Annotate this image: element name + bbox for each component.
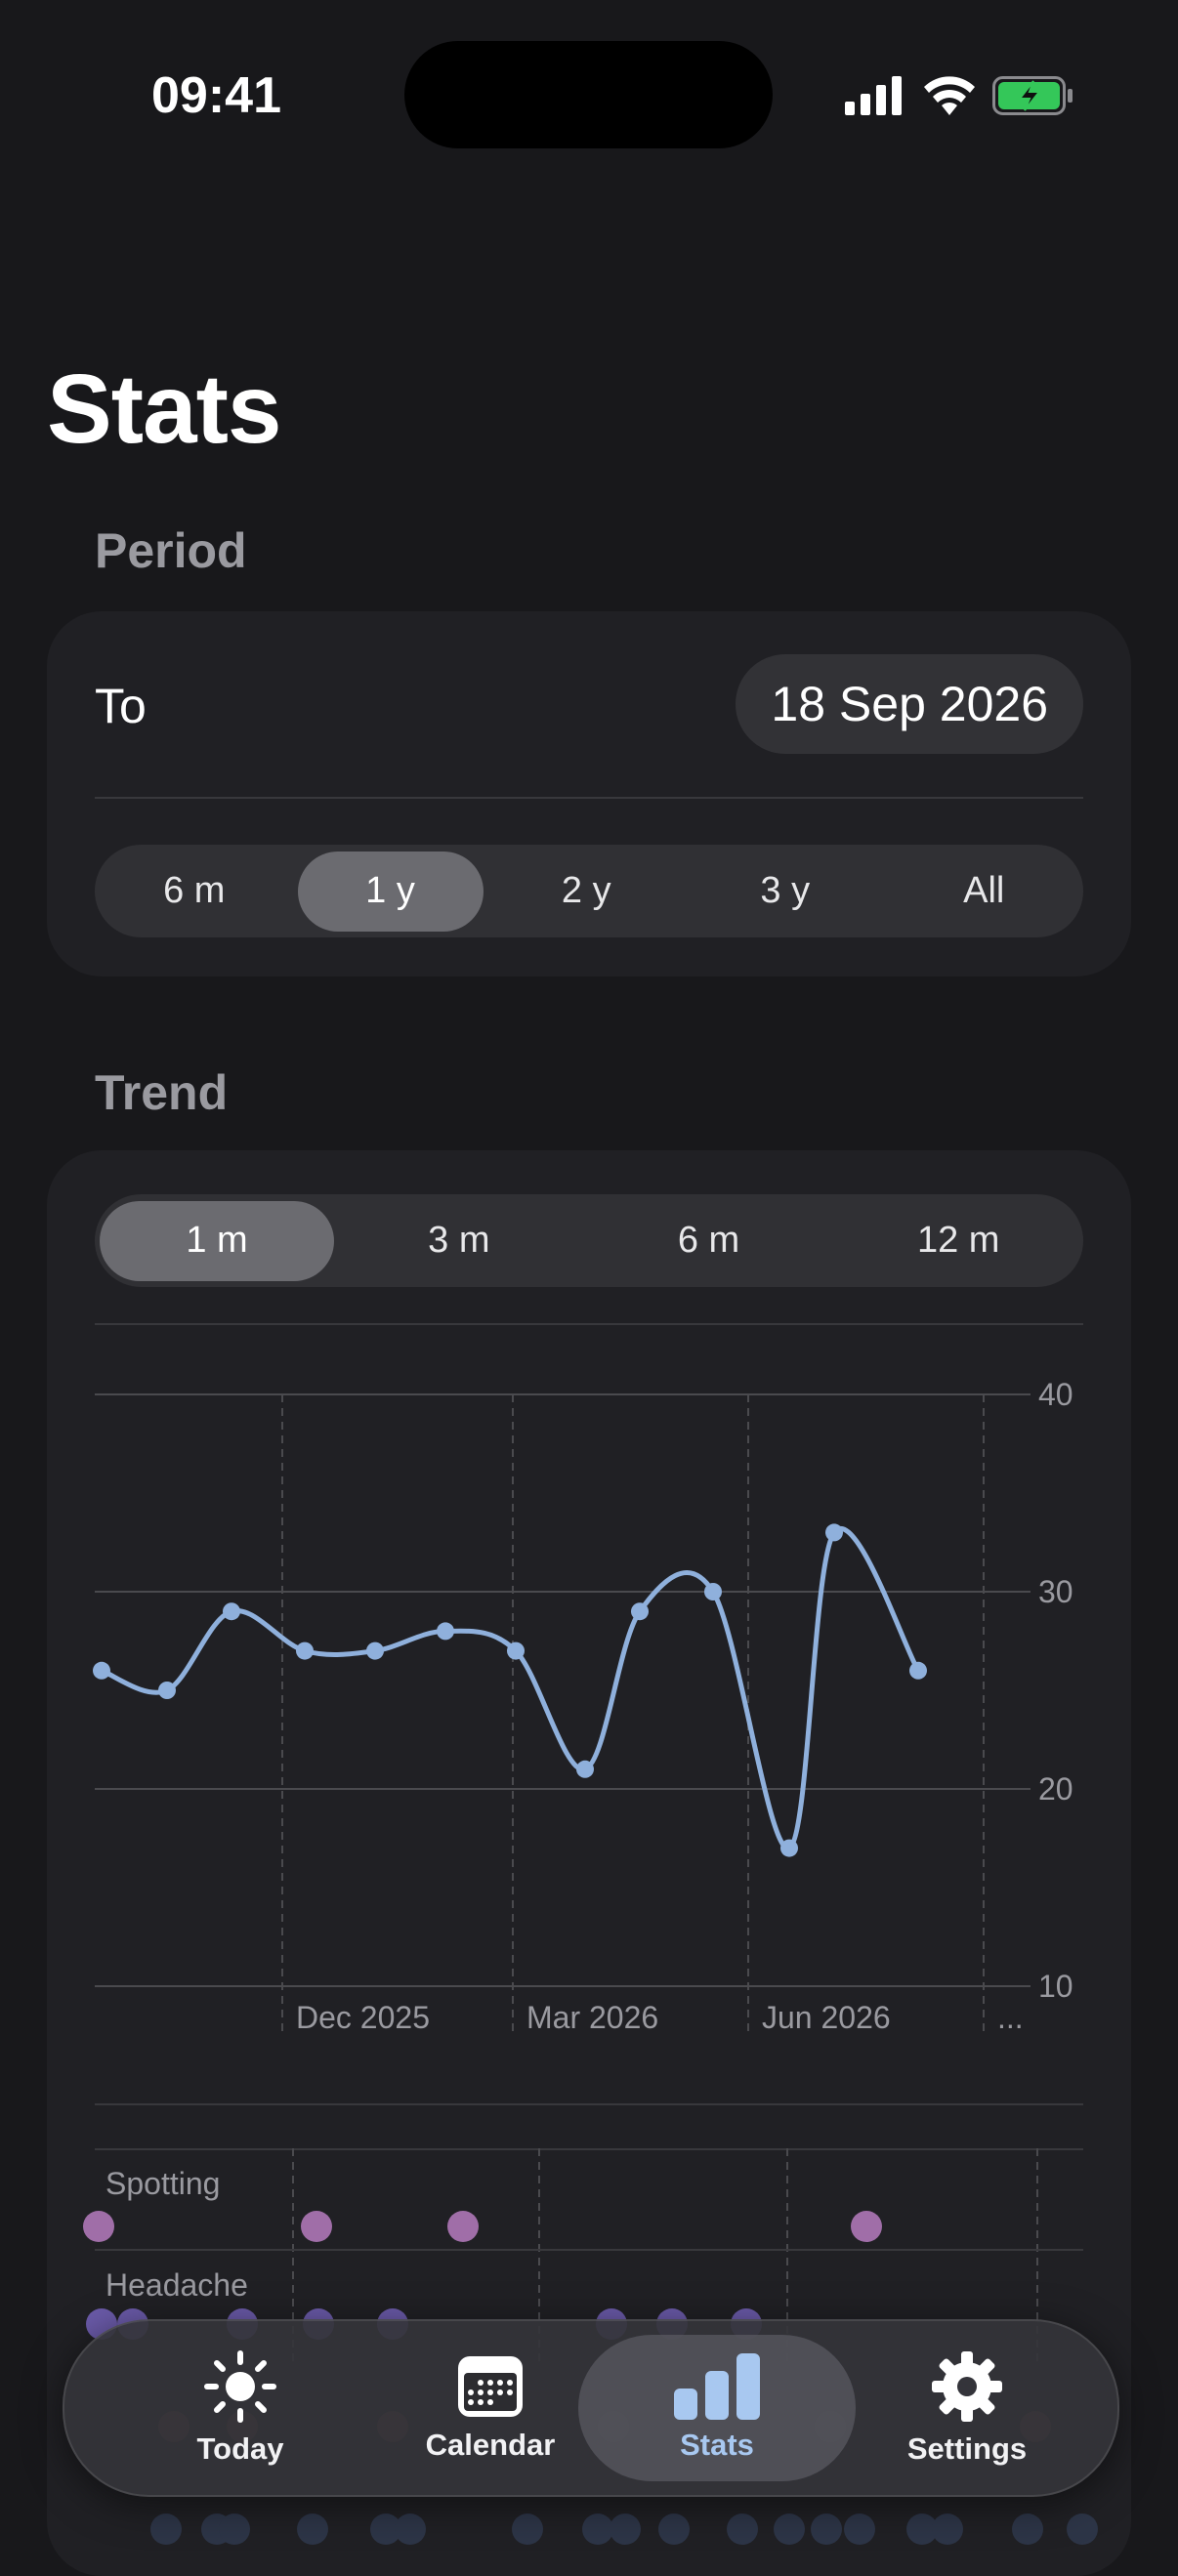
tab-bar: Today Calendar Stats Settings	[63, 2319, 1119, 2497]
spotting-marker	[301, 2211, 332, 2242]
tab-today[interactable]: Today	[143, 2321, 338, 2495]
spotting-label: Spotting	[105, 2166, 221, 2201]
bar-chart-icon	[674, 2353, 760, 2420]
spotting-marker	[851, 2211, 882, 2242]
tab-settings[interactable]: Settings	[869, 2321, 1065, 2495]
tab-calendar-label: Calendar	[425, 2428, 556, 2462]
tab-stats[interactable]: Stats	[619, 2321, 815, 2495]
spotting-marker	[447, 2211, 479, 2242]
calendar-icon	[458, 2356, 523, 2417]
headache-label: Headache	[105, 2267, 248, 2303]
tab-stats-label: Stats	[680, 2428, 754, 2462]
gear-icon	[932, 2351, 1002, 2422]
tab-today-label: Today	[196, 2431, 284, 2466]
tab-calendar[interactable]: Calendar	[393, 2321, 588, 2495]
spotting-marker	[83, 2211, 114, 2242]
sun-icon	[204, 2350, 276, 2423]
tab-settings-label: Settings	[906, 2431, 1028, 2466]
